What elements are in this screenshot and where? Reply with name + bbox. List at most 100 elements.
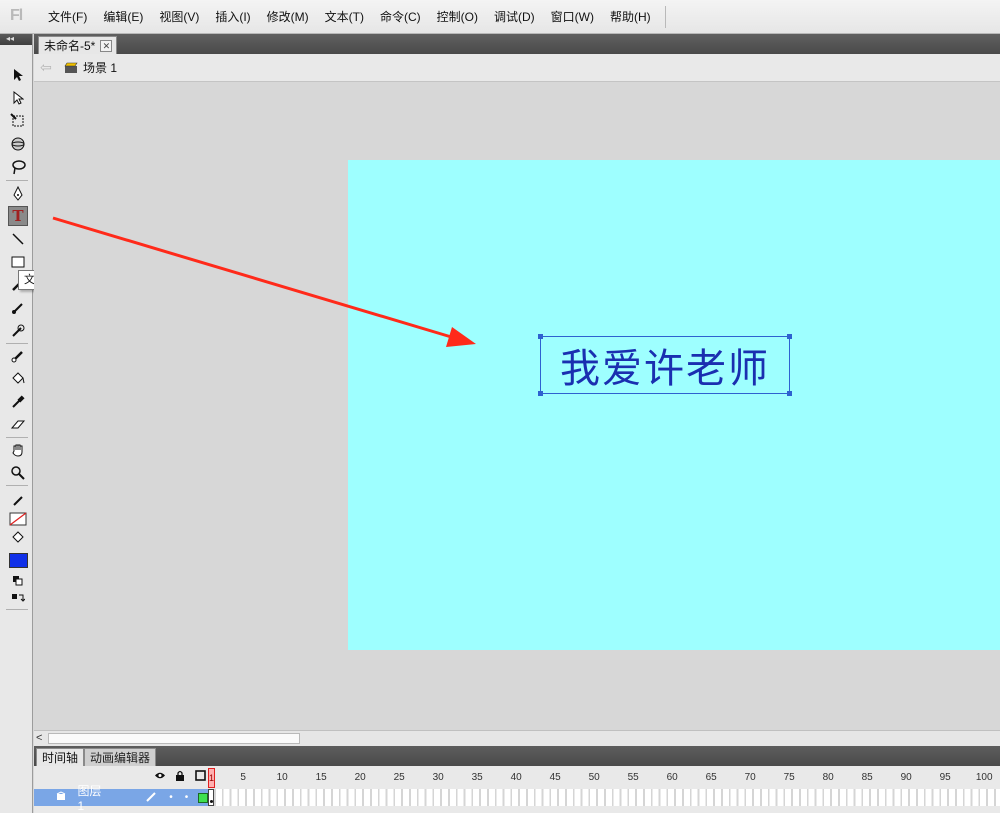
resize-handle[interactable] [538,391,543,396]
menu-help[interactable]: 帮助(H) [602,0,659,34]
frame-ruler[interactable]: 5 10 15 20 25 30 35 40 45 50 55 60 65 70 75 80 85 90 95 100 [208,766,1000,788]
zoom-tool-icon[interactable] [8,463,28,483]
menu-control[interactable]: 控制(O) [429,0,486,34]
selection-tool-icon[interactable] [8,65,28,85]
lock-dot-icon[interactable]: • [185,792,189,803]
scrollbar-thumb[interactable] [48,733,300,744]
menu-separator [664,6,666,28]
layer-info[interactable]: 图层 1 • • [34,784,209,813]
stage-text-box[interactable]: 我爱许老师 [538,334,792,396]
menu-edit[interactable]: 编辑(E) [95,0,151,34]
ruler-number: 65 [705,772,717,783]
ruler-number: 55 [627,772,639,783]
swap-colors-icon[interactable] [8,589,28,609]
menu-modify[interactable]: 修改(M) [259,0,317,34]
document-tab-title: 未命名-5* [44,39,96,53]
fill-color-block [8,552,28,568]
menu-debug[interactable]: 调试(D) [486,0,543,34]
3d-rotation-tool-icon[interactable] [8,134,28,154]
ruler-number: 95 [939,772,951,783]
pen-tool-icon[interactable] [8,184,28,204]
outline-icon[interactable] [194,770,206,784]
close-icon[interactable]: ✕ [100,39,113,52]
ruler-number: 60 [666,772,678,783]
paint-bucket-tool-icon[interactable] [8,369,28,389]
tab-motion-editor[interactable]: 动画编辑器 [84,748,157,766]
lasso-tool-icon[interactable] [8,157,28,177]
eraser-tool-icon[interactable] [8,415,28,435]
visibility-dot-icon[interactable]: • [169,792,173,803]
menu-commands[interactable]: 命令(C) [372,0,429,34]
stage[interactable] [348,160,1000,650]
ruler-number: 15 [315,772,327,783]
ruler-number: 75 [783,772,795,783]
resize-handle[interactable] [787,334,792,339]
timeline-panel: 5 10 15 20 25 30 35 40 45 50 55 60 65 70 75 80 85 90 95 100… [34,766,1000,813]
ruler-number: 70 [744,772,756,783]
stroke-color-swatch[interactable] [8,509,28,529]
ruler-number: 100 [975,772,993,783]
ruler-number: 45 [549,772,561,783]
scene-label[interactable]: 场景 1 [83,59,117,76]
stage-text[interactable]: 我爱许老师 [541,337,789,393]
hand-tool-icon[interactable] [8,440,28,460]
layer-icon [56,791,68,804]
menu-view[interactable]: 视图(V) [151,0,207,34]
tools-panel: ◂◂ T [0,34,89,813]
layer-outline-color-swatch[interactable] [198,792,209,803]
eyedropper-tool-icon[interactable] [8,392,28,412]
horizontal-scrollbar[interactable]: < [34,730,1000,746]
back-arrow-icon[interactable]: ⇦ [40,59,58,76]
line-tool-icon[interactable] [8,229,28,249]
tools-separator [6,437,28,438]
resize-handle[interactable] [538,334,543,339]
deco-tool-icon[interactable] [8,321,28,341]
frame-cells[interactable] [208,789,1000,806]
ruler-number: 10 [276,772,288,783]
layer-name[interactable]: 图层 1 [78,782,111,813]
menu-insert[interactable]: 插入(I) [207,0,258,34]
document-tab-bar: 未命名-5* ✕ [34,34,1000,54]
document-tab[interactable]: 未命名-5* ✕ [38,36,118,54]
eye-icon[interactable] [154,771,166,783]
scroll-left-arrow-icon[interactable]: < [36,732,42,744]
tab-timeline[interactable]: 时间轴 [36,748,85,766]
subselection-tool-icon[interactable] [8,88,28,108]
ruler-number: 90 [900,772,912,783]
fill-color-swatch[interactable] [8,550,28,570]
pencil-icon [146,791,157,805]
bone-tool-icon[interactable] [8,346,28,366]
ruler-number: 25 [393,772,405,783]
tools-separator [6,485,28,486]
layer-row[interactable]: 图层 1 • • [34,784,1000,813]
menu-bar: Fl 文件(F) 编辑(E) 视图(V) 插入(I) 修改(M) 文本(T) 命… [0,0,1000,34]
ruler-number: 80 [822,772,834,783]
ruler-number: 5 [240,772,246,783]
brush-tool-icon[interactable] [8,298,28,318]
layer-header-icons [154,770,206,784]
black-white-swatch-icon[interactable] [8,571,28,591]
lock-icon[interactable] [174,770,186,784]
scene-bar: ⇦ 场景 1 [34,54,1000,82]
menu-window[interactable]: 窗口(W) [543,0,602,34]
free-transform-tool-icon[interactable] [8,111,28,131]
app-logo: Fl [10,7,23,24]
resize-handle[interactable] [787,391,792,396]
ruler-number: 50 [588,772,600,783]
ruler-number: 30 [432,772,444,783]
stroke-color-pencil-icon[interactable] [8,491,28,511]
timeline-tab-bar: 时间轴 动画编辑器 [34,746,1000,766]
pasteboard [34,83,1000,730]
ruler-number: 35 [471,772,483,783]
rectangle-tool-icon[interactable] [8,252,28,272]
text-tool-icon[interactable]: T [8,206,28,226]
ruler-number: 85 [861,772,873,783]
tools-separator [6,343,28,344]
menu-file[interactable]: 文件(F) [40,0,95,34]
playhead[interactable]: 1 [208,768,215,788]
fill-color-bucket-icon[interactable] [8,528,28,548]
menu-text[interactable]: 文本(T) [317,0,372,34]
keyframe[interactable] [208,789,214,806]
tools-separator [6,180,28,181]
tools-collapse-bar[interactable]: ◂◂ [0,34,32,45]
